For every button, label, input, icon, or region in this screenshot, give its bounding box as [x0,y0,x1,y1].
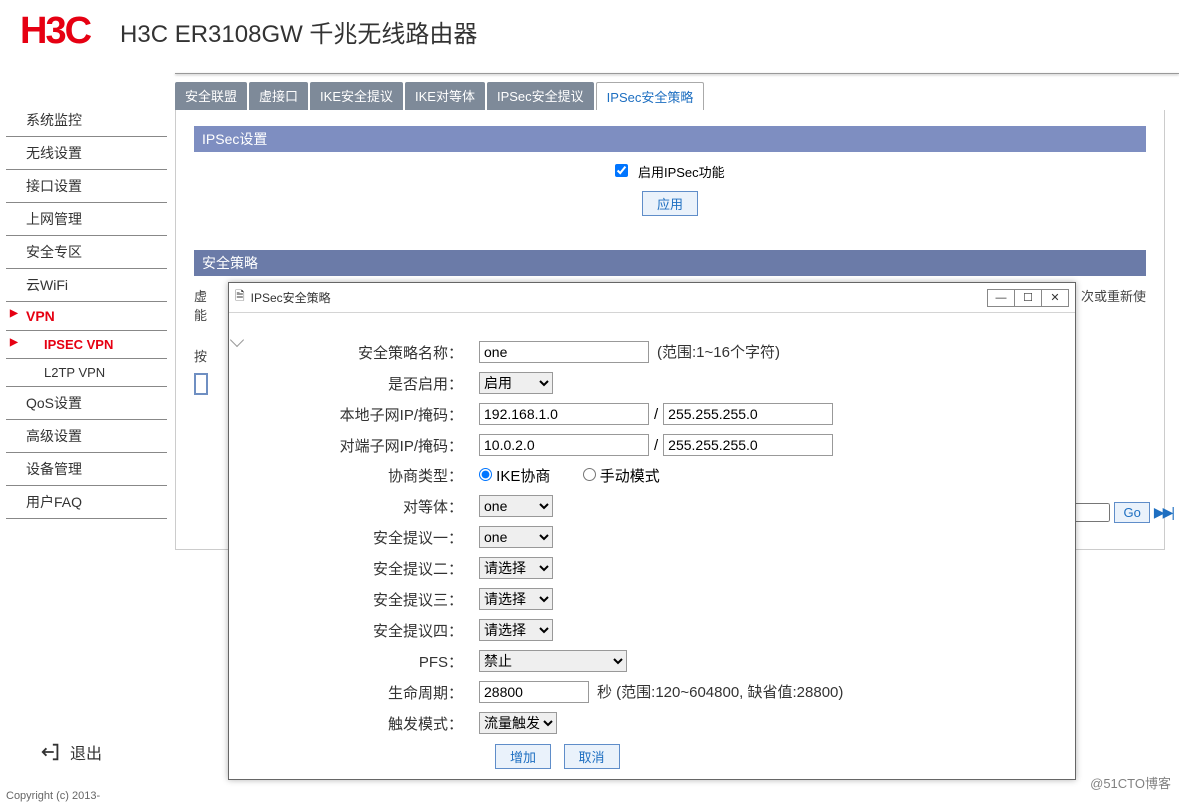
enable-ipsec-checkbox[interactable] [615,164,628,177]
label-negotiation: 协商类型： [249,465,479,486]
section-policy: 安全策略 [194,250,1146,276]
cancel-button[interactable]: 取消 [564,744,620,769]
maximize-button[interactable]: ☐ [1014,289,1042,307]
hint-text-right: 次或重新使 [1081,286,1146,305]
nego-ike-radio[interactable] [479,468,492,481]
sidebar-item-wireless[interactable]: 无线设置 [6,137,167,170]
hint-text: 虚 [194,286,207,305]
sidebar-item-security[interactable]: 安全专区 [6,236,167,269]
label-lifetime: 生命周期： [249,682,479,703]
proposal4-select[interactable]: 请选择 [479,619,553,641]
go-button[interactable]: Go [1114,502,1149,523]
label-proposal2: 安全提议二： [249,558,479,579]
tab-sa[interactable]: 安全联盟 [175,82,247,110]
remote-mask-input[interactable] [663,434,833,456]
label-policy-name: 安全策略名称： [249,342,479,363]
sidebar-item-device[interactable]: 设备管理 [6,453,167,486]
label-proposal4: 安全提议四： [249,620,479,641]
minimize-button[interactable]: — [987,289,1015,307]
logout-button[interactable]: 退出 [40,740,102,764]
lifetime-note: 秒 (范围:120~604800, 缺省值:28800) [597,684,843,701]
close-button[interactable]: ✕ [1041,289,1069,307]
trigger-select[interactable]: 流量触发 [479,712,557,734]
sidebar-item-vpn[interactable]: VPN [6,302,167,331]
remote-ip-input[interactable] [479,434,649,456]
enable-ipsec-label: 启用IPSec功能 [638,165,725,180]
ipsec-policy-dialog: 🗎 IPSec安全策略 — ☐ ✕ 安全策略名称： (范围:1~16个字符) 是… [228,282,1076,780]
sidebar-item-internet[interactable]: 上网管理 [6,203,167,236]
logout-icon [40,741,62,763]
tab-ipsec-proposal[interactable]: IPSec安全提议 [487,82,594,110]
label-proposal1: 安全提议一： [249,527,479,548]
sidebar-item-monitor[interactable]: 系统监控 [6,104,167,137]
search-prefix: 按 [194,349,207,364]
sidebar-item-ipsec[interactable]: IPSEC VPN [6,331,167,359]
sidebar-item-interface[interactable]: 接口设置 [6,170,167,203]
resize-corner-icon [230,333,244,347]
tab-ike-peer[interactable]: IKE对等体 [405,82,485,110]
brand-logo: H3C [20,10,90,53]
tab-ike-proposal[interactable]: IKE安全提议 [310,82,403,110]
dialog-title-text: IPSec安全策略 [251,289,331,306]
sidebar-item-advanced[interactable]: 高级设置 [6,420,167,453]
watermark: @51CTO博客 [1090,773,1171,792]
add-button[interactable]: 增加 [495,744,551,769]
proposal1-select[interactable]: one [479,526,553,548]
enable-select[interactable]: 启用 [479,372,553,394]
tab-ipsec-policy[interactable]: IPSec安全策略 [596,82,705,110]
policy-name-note: (范围:1~16个字符) [657,344,780,361]
label-pfs: PFS： [249,651,479,672]
local-ip-input[interactable] [479,403,649,425]
nego-manual-radio[interactable] [583,468,596,481]
label-peer: 对等体： [249,496,479,517]
local-mask-input[interactable] [663,403,833,425]
policy-name-input[interactable] [479,341,649,363]
label-proposal3: 安全提议三： [249,589,479,610]
search-box-fragment[interactable] [194,373,208,395]
page-title: H3C ER3108GW 千兆无线路由器 [120,14,477,49]
label-trigger: 触发模式： [249,713,479,734]
proposal3-select[interactable]: 请选择 [479,588,553,610]
label-remote-subnet: 对端子网IP/掩码： [249,435,479,456]
goto-page-input[interactable] [1074,503,1110,522]
sidebar: 系统监控 无线设置 接口设置 上网管理 安全专区 云WiFi VPN IPSEC… [0,74,175,550]
sidebar-item-faq[interactable]: 用户FAQ [6,486,167,519]
label-enable: 是否启用： [249,373,479,394]
copyright: Copyright (c) 2013- [6,790,100,802]
sidebar-item-cloud[interactable]: 云WiFi [6,269,167,302]
peer-select[interactable]: one [479,495,553,517]
sidebar-item-qos[interactable]: QoS设置 [6,387,167,420]
sidebar-item-l2tp[interactable]: L2TP VPN [6,359,167,387]
label-local-subnet: 本地子网IP/掩码： [249,404,479,425]
proposal2-select[interactable]: 请选择 [479,557,553,579]
lifetime-input[interactable] [479,681,589,703]
next-page-icon[interactable]: ▶▶| [1154,504,1173,521]
apply-button[interactable]: 应用 [642,191,698,216]
section-ipsec-settings: IPSec设置 [194,126,1146,152]
tab-bar: 安全联盟 虚接口 IKE安全提议 IKE对等体 IPSec安全提议 IPSec安… [175,82,1179,110]
document-icon: 🗎 [235,287,245,308]
pfs-select[interactable]: 禁止 [479,650,627,672]
tab-vif[interactable]: 虚接口 [249,82,308,110]
